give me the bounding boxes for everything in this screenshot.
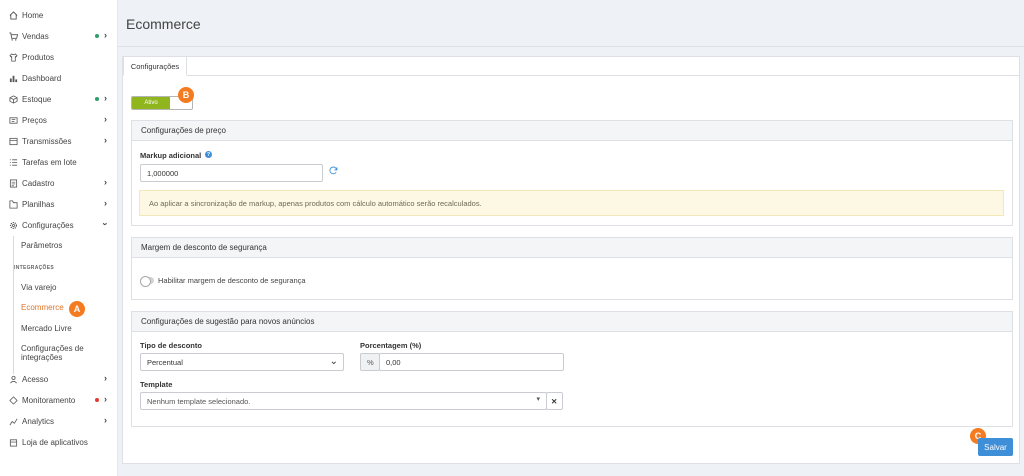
sidebar-item-vendas[interactable]: Vendas › (0, 28, 118, 44)
sidebar-item-label: Monitoramento (22, 395, 76, 405)
sidebar-item-label: Preços (22, 115, 47, 125)
chevron-right-icon: › (104, 30, 107, 40)
sidebar-item-planilhas[interactable]: Planilhas › (0, 196, 118, 212)
list-icon (8, 157, 18, 167)
price-settings-title: Configurações de preço (132, 121, 1012, 141)
status-dot (95, 34, 99, 38)
sidebar-item-label: Acesso (22, 374, 49, 384)
chevron-right-icon: › (104, 177, 107, 187)
store-icon (8, 437, 18, 447)
users-icon (8, 374, 18, 384)
chevron-right-icon: › (104, 394, 107, 404)
active-toggle-label: Ativo (132, 97, 170, 109)
safety-margin-switch[interactable] (140, 276, 154, 287)
transmission-icon (8, 136, 18, 146)
discount-type-value: Percentual (147, 357, 183, 367)
sidebar-item-label: Vendas (22, 31, 49, 41)
sidebar-item-label: Configurações (22, 220, 74, 230)
form-icon (8, 178, 18, 188)
sidebar-item-label: Estoque (22, 94, 52, 104)
sidebar-item-dashboard[interactable]: Dashboard (0, 70, 118, 86)
gear-icon (8, 220, 18, 230)
sidebar-subitem-parametros[interactable]: Parâmetros (21, 241, 111, 250)
caret-down-icon: ▾ (536, 396, 540, 403)
markup-warning-alert: Ao aplicar a sincronização de markup, ap… (139, 190, 1004, 216)
percentage-input[interactable]: 0,00 (379, 353, 564, 371)
safety-margin-switch-label: Habilitar margem de desconto de seguranç… (158, 276, 306, 285)
template-label: Template (140, 380, 173, 389)
percentage-label: Porcentagem (%) (360, 341, 422, 350)
status-dot (95, 398, 99, 402)
markup-label: Markup adicional (140, 151, 202, 160)
sidebar-item-produtos[interactable]: Produtos (0, 49, 118, 65)
clear-template-button[interactable]: ✕ (546, 392, 563, 410)
sidebar-item-loja-de-aplicativos[interactable]: Loja de aplicativos (0, 434, 118, 450)
discount-type-select[interactable]: Percentual ⌄ (140, 353, 344, 371)
annotation-badge-b: B (178, 87, 194, 103)
box-icon (8, 94, 18, 104)
sidebar-subitem-ecommerce[interactable]: Ecommerce (21, 303, 111, 312)
chevron-right-icon: › (104, 135, 107, 145)
cart-icon (8, 31, 18, 41)
sidebar-item-monitoramento[interactable]: Monitoramento › (0, 392, 118, 408)
sidebar-item-transmissoes[interactable]: Transmissões › (0, 133, 118, 149)
sidebar-item-precos[interactable]: Preços › (0, 112, 118, 128)
save-button[interactable]: Salvar (978, 438, 1013, 456)
safety-margin-card: Margem de desconto de segurança (131, 237, 1013, 300)
template-select[interactable]: Nenhum template selecionado. ▾ (140, 392, 547, 410)
sidebar-item-configuracoes[interactable]: Configurações › (0, 217, 118, 233)
chevron-down-icon: ⌄ (329, 356, 338, 367)
shirt-icon (8, 52, 18, 62)
chevron-right-icon: › (104, 373, 107, 383)
sidebar-item-estoque[interactable]: Estoque › (0, 91, 118, 107)
chevron-right-icon: › (104, 415, 107, 425)
sidebar-item-label: Dashboard (22, 73, 62, 83)
suggestion-settings-title: Configurações de sugestão para novos anú… (132, 312, 1012, 332)
status-dot (95, 97, 99, 101)
sidebar-subitem-label: integrações (21, 353, 63, 362)
chevron-right-icon: › (104, 114, 107, 124)
sidebar-item-label: Loja de aplicativos (22, 437, 88, 447)
sidebar-item-home[interactable]: Home (0, 7, 118, 23)
sidebar-item-label: Produtos (22, 52, 55, 62)
sidebar-item-label: Analytics (22, 416, 55, 426)
chevron-right-icon: › (104, 93, 107, 103)
sidebar: Home Vendas › Produtos Dashboard Estoque… (0, 0, 118, 476)
spreadsheet-icon (8, 199, 18, 209)
bar-chart-icon (8, 73, 18, 83)
tab-configuracoes[interactable]: Configurações (123, 56, 187, 76)
markup-input[interactable]: 1,000000 (140, 164, 323, 182)
sidebar-subitem-mercado-livre[interactable]: Mercado Livre (21, 324, 111, 333)
sidebar-item-label: Transmissões (22, 136, 72, 146)
price-tag-icon (8, 115, 18, 125)
sidebar-item-acesso[interactable]: Acesso › (0, 371, 118, 387)
sidebar-item-label: Tarefas em lote (22, 157, 77, 167)
template-value: Nenhum template selecionado. (147, 396, 251, 406)
sidebar-item-label: Home (22, 10, 44, 20)
sidebar-subitem-config-integracoes[interactable]: Configurações de integrações (21, 344, 111, 362)
refresh-icon[interactable] (329, 166, 339, 176)
sidebar-item-cadastro[interactable]: Cadastro › (0, 175, 118, 191)
sidebar-item-label: Planilhas (22, 199, 55, 209)
chevron-down-icon: › (100, 222, 111, 226)
monitor-icon (8, 395, 18, 405)
discount-type-label: Tipo de desconto (140, 341, 202, 350)
sidebar-item-analytics[interactable]: Analytics › (0, 413, 118, 429)
sidebar-item-label: Cadastro (22, 178, 55, 188)
sidebar-subitem-label: Configurações de (21, 344, 84, 353)
submenu-divider (13, 236, 14, 374)
integracoes-caption: INTEGRAÇÕES (14, 265, 54, 271)
safety-margin-title: Margem de desconto de segurança (132, 238, 1012, 258)
chevron-right-icon: › (104, 198, 107, 208)
sidebar-subitem-via-varejo[interactable]: Via varejo (21, 283, 111, 292)
sidebar-item-tarefas-em-lote[interactable]: Tarefas em lote (0, 154, 118, 170)
percentage-prefix: % (360, 353, 380, 371)
annotation-badge-a: A (69, 301, 85, 317)
home-icon (8, 10, 18, 20)
analytics-icon (8, 416, 18, 426)
header-divider (118, 46, 1024, 47)
help-icon[interactable]: ? (205, 151, 212, 158)
tab-divider (122, 75, 1020, 76)
page-title: Ecommerce (126, 16, 201, 32)
